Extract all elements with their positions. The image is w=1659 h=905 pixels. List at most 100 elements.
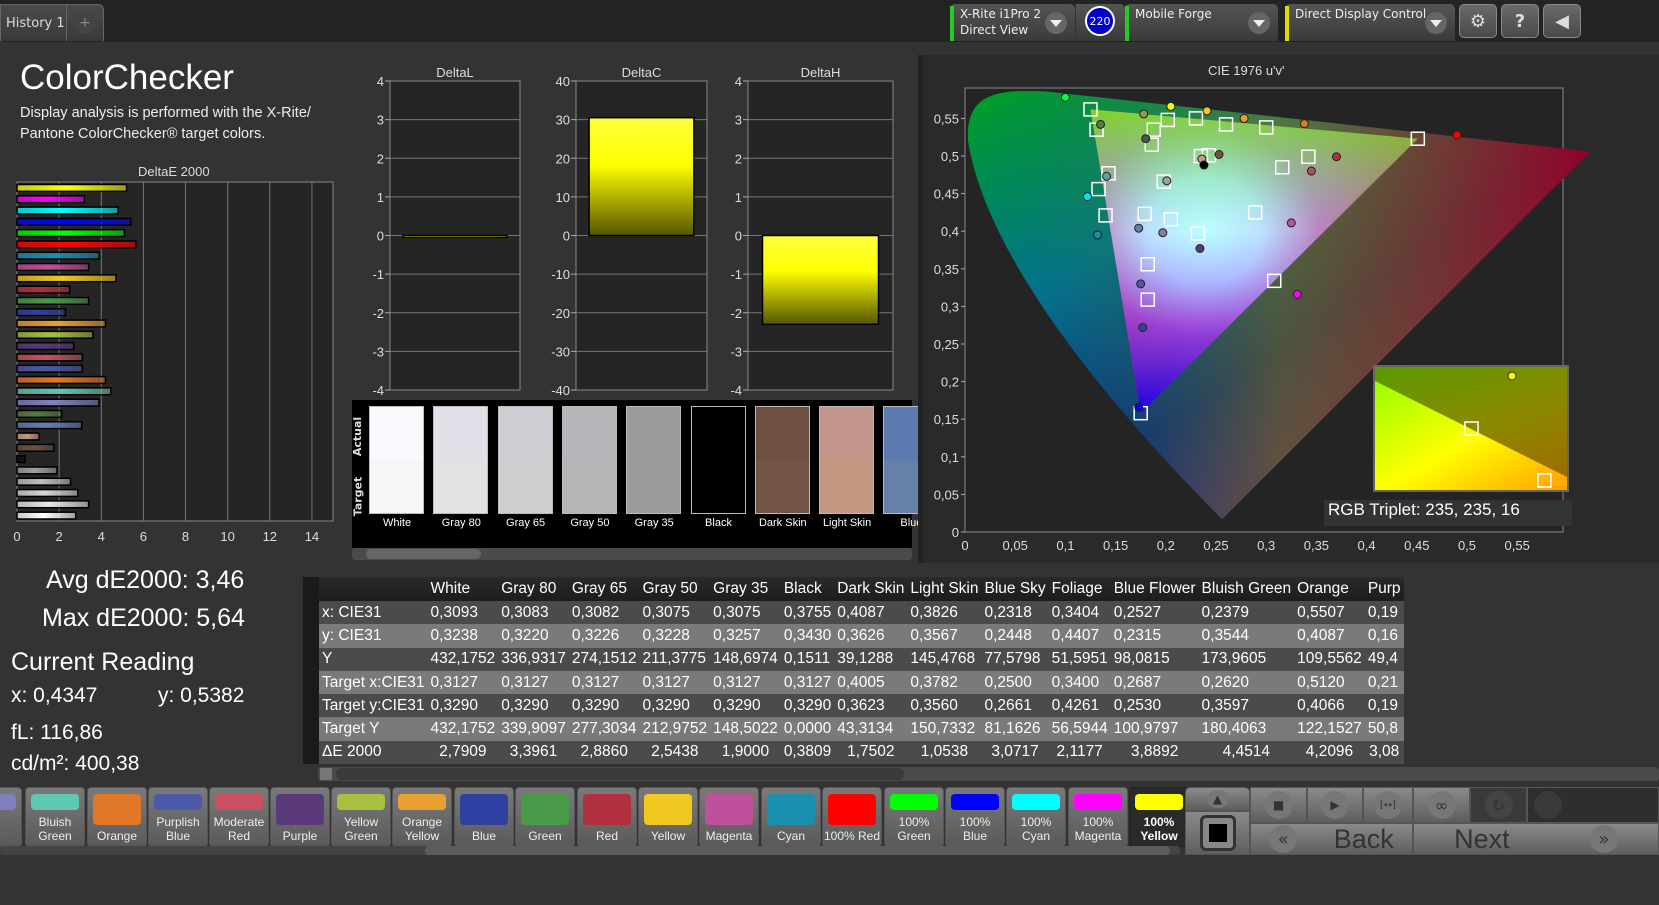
x-tick-label: 0 <box>13 529 20 544</box>
table-cell: 0,3226 <box>568 624 640 648</box>
measured-point <box>1141 134 1151 144</box>
patch-bar-scrollbar[interactable] <box>0 846 1180 855</box>
patch-button[interactable]: Magenta <box>699 787 759 847</box>
scroll-left-arrow[interactable] <box>320 768 332 780</box>
scrollbar-thumb[interactable] <box>366 549 481 559</box>
arrow-up-icon: ▲ <box>1206 790 1229 808</box>
chevron-down-icon <box>1425 12 1447 34</box>
table-cell: 0,16 <box>1364 624 1404 648</box>
table-cell: 180,4063 <box>1198 717 1295 741</box>
patch-label: Yellow Green <box>343 815 379 843</box>
infinity-icon: ∞ <box>1427 791 1456 819</box>
patch-button[interactable]: Purple <box>270 787 330 847</box>
meter-dropdown[interactable]: X-Rite i1Pro 2 Direct View <box>950 4 1075 41</box>
table-cell: 0,3127 <box>780 670 835 695</box>
patch-button[interactable]: Green <box>515 787 575 847</box>
patch-button[interactable]: 100% Green <box>884 787 944 847</box>
table-cell: 212,9752 <box>639 717 711 741</box>
patch-swatch <box>460 794 508 825</box>
table-cell: 0,3290 <box>427 694 499 718</box>
patch-preview-label: White <box>382 517 412 529</box>
help-button[interactable]: ? <box>1501 4 1539 38</box>
table-scrollbar[interactable] <box>318 767 1659 781</box>
patch-swatch <box>705 794 753 825</box>
settings-button[interactable]: ⚙ <box>1459 4 1497 38</box>
double-chevron-left-icon: « <box>1269 825 1298 853</box>
display-control-status-indicator <box>1285 6 1289 41</box>
x-tick-label: 0,2 <box>1157 538 1175 553</box>
page-title: ColorChecker <box>20 58 234 97</box>
table-cell: 0,3626 <box>834 624 908 648</box>
patch-swatch <box>31 794 79 810</box>
profile-dropdown[interactable]: Mobile Forge <box>1125 4 1278 41</box>
patch-button[interactable]: Moderate Red <box>209 787 269 847</box>
x-tick-label: 14 <box>305 529 319 544</box>
patch-preview-label: Gray 65 <box>506 517 546 529</box>
inset-gamut-area <box>1375 381 1567 490</box>
patch-preview-item <box>754 406 810 514</box>
add-tab-button[interactable]: + <box>74 12 96 34</box>
measured-point <box>1299 119 1309 129</box>
table-cell: 3,08 <box>1364 740 1404 765</box>
patch-preview-scrollbar[interactable] <box>352 548 912 560</box>
play-button[interactable]: ▶ <box>1307 787 1363 823</box>
y-tick-label: 1 <box>377 190 384 205</box>
patch-button[interactable]: Orange Yellow <box>392 787 452 847</box>
measured-point <box>1239 113 1249 123</box>
measured-point <box>1162 176 1172 186</box>
chevron-down-icon <box>1045 12 1067 34</box>
patch-button[interactable]: Yellow Green <box>331 787 391 847</box>
patch-button[interactable]: Purplish Blue <box>148 787 208 847</box>
patch-button[interactable]: 100% Red <box>822 787 882 847</box>
range-button[interactable]: [↔] <box>1363 787 1413 823</box>
tab-history-1[interactable]: History 1 + <box>0 4 104 41</box>
scrollbar-thumb[interactable] <box>336 768 904 780</box>
y-tick-label: 30 <box>556 113 570 128</box>
patch-button[interactable]: Cyan <box>761 787 821 847</box>
deltae-bar-black <box>16 454 26 464</box>
meter-badge[interactable]: 220 <box>1085 6 1115 36</box>
table-cell: 0,4261 <box>1048 694 1111 718</box>
patch-swatch <box>583 794 631 825</box>
y-tick-label: 0,2 <box>941 375 959 390</box>
scrollbar-thumb[interactable] <box>425 846 1170 855</box>
collapse-button[interactable]: ◀ <box>1543 4 1581 38</box>
column-header: Light Skin <box>907 577 982 601</box>
scroll-up-button[interactable]: ▲ <box>1185 787 1250 811</box>
table-cell: 0,3755 <box>780 601 835 625</box>
table-cell: 1,9000 <box>710 740 781 765</box>
patch-button[interactable]: 100% Cyan <box>1006 787 1066 847</box>
table-cell: 0,3290 <box>498 694 569 718</box>
column-header: Gray 65 <box>568 577 640 601</box>
patch-button[interactable]: 100% Yellow <box>1129 787 1189 847</box>
measured-point <box>1134 402 1144 412</box>
patch-swatch <box>1135 794 1183 810</box>
patch-button[interactable]: Yellow <box>638 787 698 847</box>
refresh-button[interactable]: ↻ <box>1470 787 1527 823</box>
patch-button[interactable]: Bluish Green <box>25 787 85 847</box>
table-cell: 3,0717 <box>981 740 1049 765</box>
loop-button[interactable]: ∞ <box>1413 787 1470 823</box>
patch-button[interactable]: Blue <box>454 787 514 847</box>
next-button[interactable]: Next » <box>1413 823 1659 855</box>
patch-preview-item <box>819 406 875 514</box>
display-control-dropdown[interactable]: Direct Display Control <box>1285 4 1455 41</box>
table-cell: 0,3782 <box>907 670 982 695</box>
table-cell: 211,3775 <box>639 647 711 671</box>
measured-point <box>1096 119 1106 129</box>
back-button[interactable]: « Back <box>1250 823 1413 855</box>
inset-svg <box>1375 371 1567 490</box>
patch-button[interactable]: 100% Blue <box>945 787 1005 847</box>
row-label: Target Y <box>319 717 428 741</box>
patch-button[interactable]: Red <box>577 787 637 847</box>
patch-button[interactable]: ver <box>0 787 22 847</box>
patch-button[interactable]: 100% Magenta <box>1068 787 1128 847</box>
stop-button[interactable]: ■ <box>1250 787 1307 823</box>
record-button[interactable] <box>1527 787 1659 823</box>
table-cell: 2,1177 <box>1048 740 1111 765</box>
patch-button[interactable]: Orange <box>87 787 147 847</box>
stop-measure-toggle[interactable] <box>1185 811 1250 855</box>
deltae-bar-blue-sky <box>16 421 83 430</box>
patch-swatch <box>276 794 324 825</box>
y-tick-label: -4 <box>730 383 742 398</box>
